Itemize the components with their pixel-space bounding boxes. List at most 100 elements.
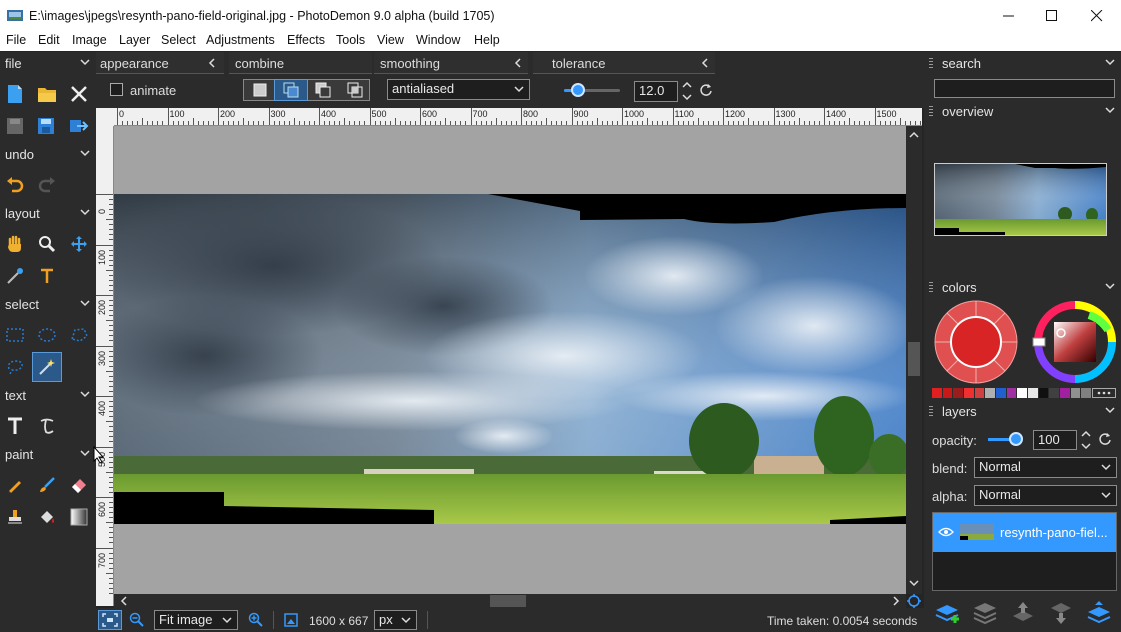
close-button[interactable] [1074,2,1120,30]
move-layer-up-button[interactable] [1010,600,1036,626]
hand-tool-button[interactable] [3,232,27,256]
overview-panel-header[interactable]: overview [924,100,1121,124]
palette-swatch[interactable] [953,388,965,398]
palette-swatch[interactable] [1049,388,1061,398]
palette-swatch[interactable] [1070,388,1082,398]
overview-thumbnail[interactable] [934,163,1107,236]
palette-more-button[interactable] [1092,388,1116,398]
drag-handle-icon[interactable] [929,406,933,418]
smoothing-dropdown[interactable]: antialiased [387,79,530,100]
palette-swatch[interactable] [1038,388,1050,398]
palette-swatch[interactable] [942,388,954,398]
magic-wand-button[interactable] [32,352,62,382]
reset-icon[interactable] [1098,432,1112,446]
new-file-button[interactable] [3,82,27,106]
drag-handle-icon[interactable] [929,282,933,294]
opacity-slider-track[interactable] [988,432,1023,446]
undo-section-header[interactable]: undo [0,143,96,167]
blend-mode-dropdown[interactable]: Normal [974,457,1117,478]
spinner-arrows-icon[interactable] [682,81,692,101]
menu-layer[interactable]: Layer [119,33,150,47]
minimize-button[interactable] [986,2,1032,30]
menu-select[interactable]: Select [161,33,196,47]
menu-file[interactable]: File [6,33,26,47]
lasso-select-button[interactable] [3,355,27,379]
add-layer-button[interactable] [934,600,960,626]
palette-swatch[interactable] [964,388,975,398]
palette-swatch[interactable] [1060,388,1071,398]
vertical-scroll-thumb[interactable] [908,342,920,376]
menu-help[interactable]: Help [474,33,500,47]
file-section-header[interactable]: file [0,52,96,76]
palette-swatch[interactable] [932,388,943,398]
horizontal-scroll-thumb[interactable] [490,595,526,607]
palette-swatch[interactable] [1006,388,1018,398]
layout-section-header[interactable]: layout [0,202,96,226]
drag-handle-icon[interactable] [929,106,933,118]
color-hue-wheel[interactable] [1032,300,1118,384]
zoom-in-icon[interactable] [248,612,264,628]
appearance-panel-header[interactable]: appearance [96,52,224,74]
scroll-down-icon[interactable] [909,579,919,587]
scroll-up-icon[interactable] [909,131,919,139]
opacity-input[interactable]: 100 [1033,430,1077,450]
flatten-layers-button[interactable] [1086,600,1112,626]
palette-swatch[interactable] [1017,388,1029,398]
zoom-dropdown[interactable]: Fit image [154,610,238,630]
primary-color-wheel[interactable] [934,300,1020,384]
fit-window-button[interactable] [98,610,122,630]
rect-select-button[interactable] [3,323,27,347]
combine-add-button[interactable] [274,79,308,101]
polygon-select-button[interactable] [67,323,91,347]
menu-edit[interactable]: Edit [38,33,60,47]
opacity-slider-knob[interactable] [1009,432,1023,446]
tolerance-input[interactable]: 12.0 [634,81,678,102]
zoom-out-icon[interactable] [129,612,145,628]
undo-button[interactable] [3,173,27,197]
center-view-icon[interactable] [906,594,922,608]
menu-effects[interactable]: Effects [287,33,325,47]
unit-dropdown[interactable]: px [374,610,417,630]
scroll-right-icon[interactable] [892,596,900,606]
search-panel-header[interactable]: search [924,52,1121,76]
typography-tool-button[interactable] [35,414,59,438]
palette-swatch[interactable] [996,388,1007,398]
export-button[interactable] [67,114,91,138]
palette-swatch[interactable] [1028,388,1039,398]
save-as-button[interactable] [35,114,59,138]
combine-subtract-button[interactable] [307,80,339,100]
animate-checkbox[interactable] [110,83,123,96]
text-tool-button[interactable] [3,414,27,438]
layers-panel-header[interactable]: layers [924,400,1121,424]
menu-window[interactable]: Window [416,33,460,47]
zoom-tool-button[interactable] [35,232,59,256]
layer-row[interactable]: resynth-pano-fiel... [933,513,1116,552]
merge-layer-button[interactable] [972,600,998,626]
pencil-tool-button[interactable] [3,473,27,497]
clone-stamp-button[interactable] [3,505,27,529]
open-file-button[interactable] [35,82,59,106]
text-section-header[interactable]: text [0,384,96,408]
menu-view[interactable]: View [377,33,404,47]
menu-tools[interactable]: Tools [336,33,365,47]
horizontal-scrollbar[interactable] [114,594,906,608]
palette-swatch[interactable] [985,388,997,398]
measure-tool-button[interactable] [35,264,59,288]
visibility-eye-icon[interactable] [938,527,954,537]
eraser-tool-button[interactable] [67,473,91,497]
image-canvas[interactable] [114,126,906,594]
brush-tool-button[interactable] [35,473,59,497]
combine-intersect-button[interactable] [339,80,370,100]
tolerance-slider-knob[interactable] [571,83,585,97]
vertical-scrollbar[interactable] [906,126,922,594]
combine-panel-header[interactable]: combine [229,52,372,74]
tolerance-panel-header[interactable]: tolerance [533,52,715,74]
save-button[interactable] [3,114,27,138]
colors-panel-header[interactable]: colors [924,276,1121,300]
scroll-left-icon[interactable] [120,596,128,606]
drag-handle-icon[interactable] [929,58,933,70]
tolerance-slider-track[interactable] [564,83,620,97]
combine-replace-button[interactable] [244,80,275,100]
menu-image[interactable]: Image [72,33,107,47]
alpha-mode-dropdown[interactable]: Normal [974,485,1117,506]
